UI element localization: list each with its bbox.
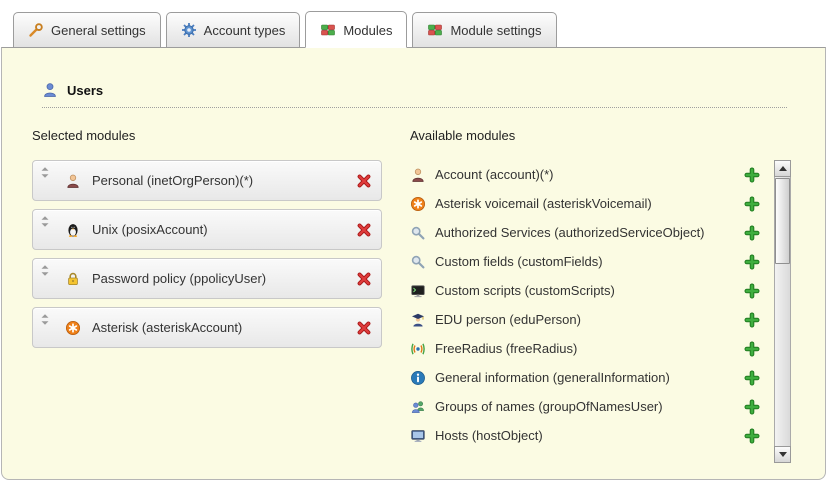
add-module-button[interactable]	[744, 312, 760, 328]
add-module-button[interactable]	[744, 254, 760, 270]
add-module-button[interactable]	[744, 428, 760, 444]
available-module-row: Authorized Services (authorizedServiceOb…	[410, 218, 760, 247]
available-module-row: Custom fields (customFields)	[410, 247, 760, 276]
add-module-button[interactable]	[744, 399, 760, 415]
tab-label: Modules	[343, 23, 392, 38]
available-module-label: Asterisk voicemail (asteriskVoicemail)	[435, 196, 736, 211]
magnifier-icon	[410, 254, 426, 270]
tab-general-settings[interactable]: General settings	[13, 12, 161, 48]
remove-module-button[interactable]	[356, 271, 372, 287]
add-module-button[interactable]	[744, 225, 760, 241]
magnifier-icon	[410, 225, 426, 241]
selected-module-row: Asterisk (asteriskAccount)	[32, 307, 382, 348]
available-module-label: Hosts (hostObject)	[435, 428, 736, 443]
users-section-heading: Users	[42, 82, 787, 108]
selected-module-label: Unix (posixAccount)	[92, 222, 356, 237]
modules-icon	[320, 22, 336, 38]
user-icon	[42, 82, 58, 98]
graduate-icon	[410, 312, 426, 328]
modules-icon	[427, 22, 443, 38]
antenna-icon	[410, 341, 426, 357]
add-module-button[interactable]	[744, 167, 760, 183]
tab-label: General settings	[51, 23, 146, 38]
available-module-row: Custom scripts (customScripts)	[410, 276, 760, 305]
available-module-label: Account (account)(*)	[435, 167, 736, 182]
content-panel: Users Selected modules Personal (inetOrg…	[1, 47, 826, 480]
scroll-up-button[interactable]	[774, 160, 791, 177]
selected-modules-heading: Selected modules	[32, 128, 382, 143]
tools-icon	[28, 22, 44, 38]
penguin-icon	[65, 222, 81, 238]
available-module-row: Asterisk voicemail (asteriskVoicemail)	[410, 189, 760, 218]
available-module-row: General information (generalInformation)	[410, 363, 760, 392]
available-module-row: Groups of names (groupOfNamesUser)	[410, 392, 760, 421]
selected-modules-column: Selected modules Personal (inetOrgPerson…	[32, 128, 382, 463]
asterisk-icon	[410, 196, 426, 212]
section-title: Users	[67, 83, 103, 98]
group-icon	[410, 399, 426, 415]
drag-handle-icon[interactable]	[40, 215, 50, 228]
available-module-label: Custom scripts (customScripts)	[435, 283, 736, 298]
selected-module-label: Personal (inetOrgPerson)(*)	[92, 173, 356, 188]
asterisk-icon	[65, 320, 81, 336]
arrow-up-icon	[779, 166, 787, 171]
arrow-down-icon	[779, 452, 787, 457]
scrollbar-track[interactable]	[774, 177, 791, 446]
available-module-row: FreeRadius (freeRadius)	[410, 334, 760, 363]
available-module-row: EDU person (eduPerson)	[410, 305, 760, 334]
selected-module-row: Password policy (ppolicyUser)	[32, 258, 382, 299]
available-modules-list: Account (account)(*) Asterisk voicemail (…	[410, 160, 760, 450]
selected-module-label: Password policy (ppolicyUser)	[92, 271, 356, 286]
add-module-button[interactable]	[744, 283, 760, 299]
scrollbar-thumb[interactable]	[775, 178, 790, 264]
lock-icon	[65, 271, 81, 287]
available-module-label: Groups of names (groupOfNamesUser)	[435, 399, 736, 414]
info-icon	[410, 370, 426, 386]
add-module-button[interactable]	[744, 341, 760, 357]
selected-module-label: Asterisk (asteriskAccount)	[92, 320, 356, 335]
remove-module-button[interactable]	[356, 173, 372, 189]
available-module-label: FreeRadius (freeRadius)	[435, 341, 736, 356]
available-module-row: Hosts (hostObject)	[410, 421, 760, 450]
available-module-label: Custom fields (customFields)	[435, 254, 736, 269]
computer-icon	[410, 428, 426, 444]
available-module-label: Authorized Services (authorizedServiceOb…	[435, 225, 736, 240]
add-module-button[interactable]	[744, 196, 760, 212]
selected-module-row: Unix (posixAccount)	[32, 209, 382, 250]
available-module-row: Account (account)(*)	[410, 160, 760, 189]
tab-module-settings[interactable]: Module settings	[412, 12, 556, 48]
tab-bar: General settings Account types Modules M…	[0, 0, 827, 48]
scroll-down-button[interactable]	[774, 446, 791, 463]
person-icon	[410, 167, 426, 183]
tab-modules[interactable]: Modules	[305, 11, 407, 48]
person-icon	[65, 173, 81, 189]
selected-modules-list: Personal (inetOrgPerson)(*) Unix (posixAc…	[32, 160, 382, 348]
drag-handle-icon[interactable]	[40, 313, 50, 326]
modules-columns: Selected modules Personal (inetOrgPerson…	[32, 128, 791, 463]
selected-module-row: Personal (inetOrgPerson)(*)	[32, 160, 382, 201]
terminal-icon	[410, 283, 426, 299]
gear-icon	[181, 22, 197, 38]
tab-label: Account types	[204, 23, 286, 38]
add-module-button[interactable]	[744, 370, 760, 386]
available-module-label: General information (generalInformation)	[435, 370, 736, 385]
remove-module-button[interactable]	[356, 222, 372, 238]
available-modules-area: Account (account)(*) Asterisk voicemail (…	[410, 160, 791, 463]
available-modules-scrollbar[interactable]	[774, 160, 791, 463]
tab-account-types[interactable]: Account types	[166, 12, 301, 48]
available-modules-column: Available modules Account (account)(*) As…	[410, 128, 791, 463]
available-module-label: EDU person (eduPerson)	[435, 312, 736, 327]
drag-handle-icon[interactable]	[40, 166, 50, 179]
available-modules-heading: Available modules	[410, 128, 791, 143]
drag-handle-icon[interactable]	[40, 264, 50, 277]
remove-module-button[interactable]	[356, 320, 372, 336]
tab-label: Module settings	[450, 23, 541, 38]
